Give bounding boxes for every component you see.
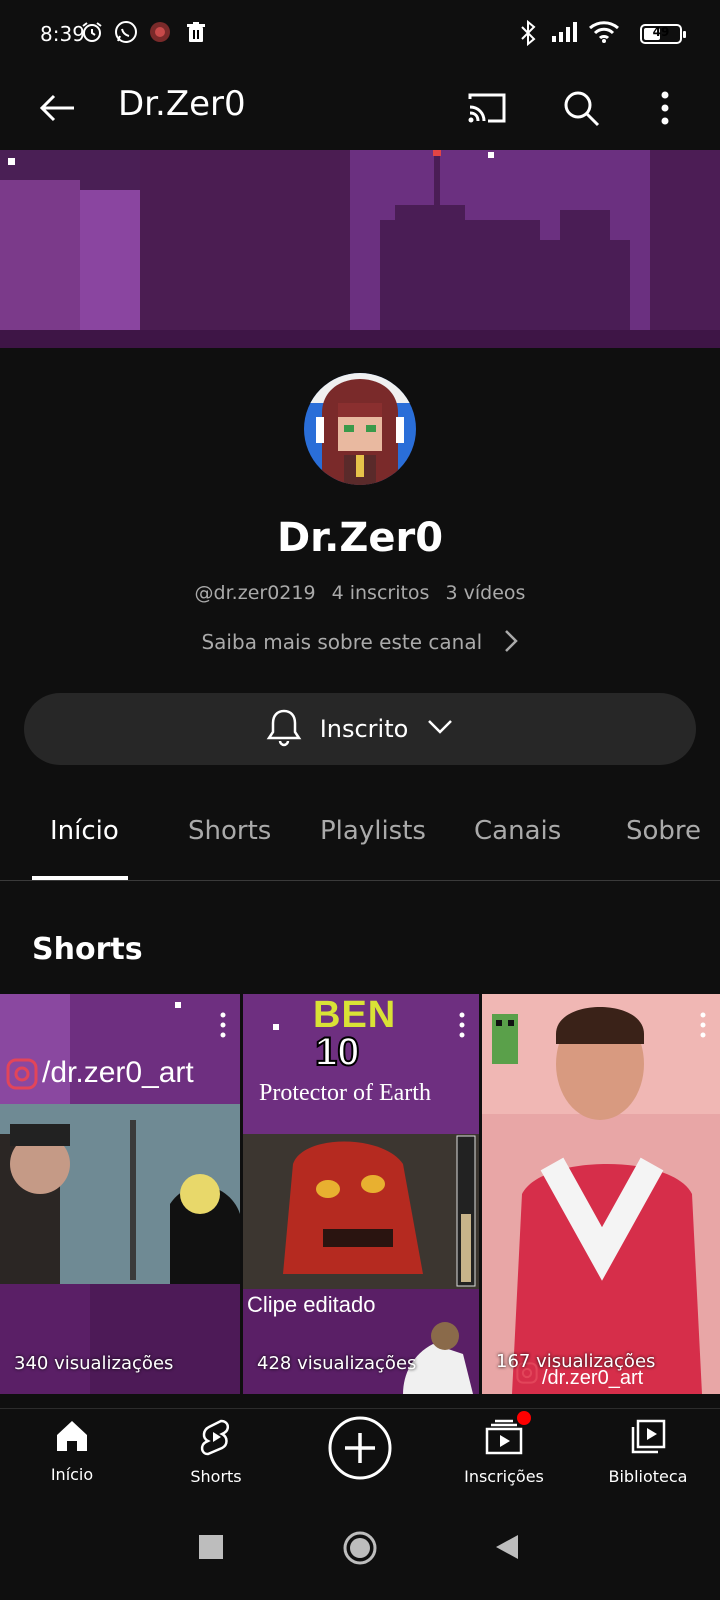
short-card[interactable]: /dr.zer0_art 167 visualizações bbox=[482, 994, 720, 1394]
nav-label: Inscrições bbox=[464, 1467, 544, 1486]
nav-label: Shorts bbox=[190, 1467, 242, 1486]
signal-icon bbox=[550, 20, 580, 46]
short-overlay-subtitle: Protector of Earth bbox=[259, 1080, 431, 1106]
short-card[interactable]: /dr.zer0_art 340 visualizações bbox=[0, 994, 240, 1394]
search-icon bbox=[562, 89, 600, 131]
tab-inicio[interactable]: Início bbox=[50, 816, 119, 846]
home-icon bbox=[53, 1421, 91, 1459]
chevron-right-icon bbox=[503, 628, 519, 659]
status-time: 8:39 bbox=[40, 22, 85, 46]
nav-inscricoes[interactable]: Inscrições bbox=[434, 1411, 574, 1486]
short-more-button[interactable] bbox=[459, 1012, 465, 1042]
home-system-button[interactable] bbox=[342, 1530, 378, 1570]
back-system-button[interactable] bbox=[494, 1534, 520, 1564]
nav-biblioteca[interactable]: Biblioteca bbox=[578, 1417, 718, 1486]
shorts-icon bbox=[197, 1419, 235, 1461]
short-card[interactable]: BEN 10 Protector of Earth Clipe editado … bbox=[243, 994, 479, 1394]
short-views: 428 visualizações bbox=[257, 1353, 417, 1374]
trash-icon bbox=[184, 20, 210, 46]
status-bar: 8:39 49 bbox=[0, 0, 720, 70]
bluetooth-icon bbox=[516, 19, 542, 47]
nav-label: Biblioteca bbox=[608, 1467, 688, 1486]
system-navigation-bar bbox=[0, 1508, 720, 1600]
active-tab-indicator bbox=[32, 876, 128, 880]
more-options-button[interactable] bbox=[650, 85, 680, 135]
back-button[interactable] bbox=[32, 85, 82, 135]
more-about-label: Saiba mais sobre este canal bbox=[201, 630, 483, 654]
channel-avatar[interactable] bbox=[304, 373, 416, 485]
tab-canais[interactable]: Canais bbox=[474, 816, 561, 846]
channel-tabs: Início Shorts Playlists Canais Sobre bbox=[0, 790, 720, 881]
short-logo-number: 10 bbox=[314, 1029, 360, 1075]
app-bar: Dr.Zer0 bbox=[0, 70, 720, 150]
battery-indicator: 49 bbox=[640, 24, 686, 44]
search-button[interactable] bbox=[556, 85, 606, 135]
cast-button[interactable] bbox=[462, 85, 512, 135]
tab-playlists[interactable]: Playlists bbox=[320, 816, 426, 846]
subscriber-count: 4 inscritos bbox=[331, 582, 430, 604]
channel-name: Dr.Zer0 bbox=[276, 515, 444, 561]
whatsapp-icon bbox=[114, 20, 140, 46]
tab-sobre[interactable]: Sobre bbox=[626, 816, 701, 846]
nav-shorts[interactable]: Shorts bbox=[146, 1417, 286, 1486]
app-bar-title: Dr.Zer0 bbox=[118, 84, 246, 124]
subscribed-button[interactable]: Inscrito bbox=[24, 693, 696, 765]
channel-handle: @dr.zer0219 bbox=[194, 582, 316, 604]
video-count: 3 vídeos bbox=[445, 582, 526, 604]
bottom-navigation: Início Shorts Inscrições Biblioteca bbox=[0, 1408, 720, 1509]
nav-create-button[interactable] bbox=[290, 1415, 430, 1485]
library-icon bbox=[628, 1419, 668, 1461]
short-views: 167 visualizações bbox=[496, 1351, 656, 1372]
shorts-section-title: Shorts bbox=[32, 932, 143, 967]
short-more-button[interactable] bbox=[220, 1012, 226, 1042]
back-arrow-icon bbox=[38, 93, 76, 127]
notification-dot bbox=[517, 1411, 531, 1425]
channel-banner bbox=[0, 150, 720, 348]
short-caption: Clipe editado bbox=[247, 1292, 376, 1317]
tab-shorts[interactable]: Shorts bbox=[188, 816, 271, 846]
more-vert-icon bbox=[661, 91, 669, 129]
subscriptions-icon bbox=[483, 1411, 531, 1461]
channel-meta: @dr.zer0219 4 inscritos 3 vídeos bbox=[0, 582, 720, 604]
wifi-icon bbox=[588, 20, 620, 46]
alarm-icon bbox=[80, 20, 106, 46]
subscribed-label: Inscrito bbox=[319, 715, 409, 743]
short-more-button[interactable] bbox=[700, 1012, 706, 1042]
short-views: 340 visualizações bbox=[14, 1353, 174, 1374]
chevron-down-icon bbox=[426, 718, 454, 740]
cast-icon bbox=[466, 91, 508, 129]
nav-inicio[interactable]: Início bbox=[2, 1417, 142, 1484]
nav-label: Início bbox=[50, 1465, 94, 1484]
instagram-icon bbox=[6, 1058, 38, 1094]
recent-apps-button[interactable] bbox=[198, 1534, 224, 1564]
notification-bell-icon bbox=[266, 707, 302, 751]
create-plus-icon bbox=[327, 1416, 393, 1485]
battery-level: 49 bbox=[652, 25, 670, 39]
app-notification-icon bbox=[148, 20, 174, 46]
more-about-channel-link[interactable]: Saiba mais sobre este canal bbox=[0, 628, 720, 659]
short-overlay-text: /dr.zer0_art bbox=[42, 1056, 194, 1089]
